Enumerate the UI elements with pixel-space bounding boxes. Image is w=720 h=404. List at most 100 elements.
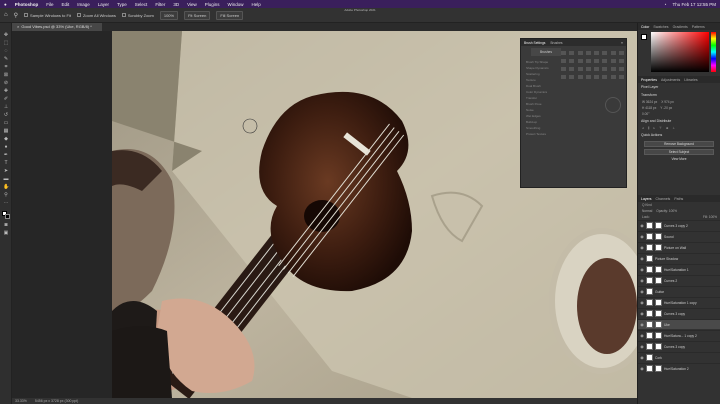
menu-window[interactable]: Window — [228, 2, 244, 7]
tab-channels[interactable]: Channels — [656, 197, 671, 201]
pen-tool-icon[interactable]: ✒ — [3, 153, 9, 158]
zoom-all-checkbox[interactable]: Zoom All Windows — [76, 13, 116, 18]
eye-icon[interactable]: ◉ — [640, 333, 644, 338]
brush-tip-grid[interactable] — [561, 51, 625, 81]
menu-3d[interactable]: 3D — [173, 2, 179, 7]
menu-file[interactable]: File — [46, 2, 53, 7]
eye-icon[interactable]: ◉ — [640, 245, 644, 250]
menu-filter[interactable]: Filter — [155, 2, 165, 7]
eye-icon[interactable]: ◉ — [640, 300, 644, 305]
layer-row[interactable]: ◉ Curves 2 — [638, 275, 720, 285]
brush-tool-icon[interactable]: ✐ — [3, 97, 9, 102]
scrubby-zoom-checkbox[interactable]: Scrubby Zoom — [121, 13, 154, 18]
app-menu[interactable]: Photoshop — [15, 2, 39, 7]
eraser-tool-icon[interactable]: ▭ — [3, 121, 9, 126]
menu-type[interactable]: Type — [117, 2, 127, 7]
menu-layer[interactable]: Layer — [98, 2, 109, 7]
brush-option[interactable]: Protect Texture — [523, 131, 559, 137]
tab-gradients[interactable]: Gradients — [673, 25, 688, 29]
eye-icon[interactable]: ◉ — [640, 355, 644, 360]
frame-tool-icon[interactable]: ⊠ — [3, 73, 9, 78]
layer-row[interactable]: ◉ Hue/Saturation 1 — [638, 264, 720, 274]
dodge-tool-icon[interactable]: ● — [3, 145, 9, 150]
layer-row[interactable]: ◉ Hue/Satura... 1 copy 2 — [638, 330, 720, 340]
eye-icon[interactable]: ◉ — [640, 322, 644, 327]
tab-paths[interactable]: Paths — [674, 197, 683, 201]
history-brush-tool-icon[interactable]: ↺ — [3, 113, 9, 118]
y-field[interactable]: Y -20 px — [660, 106, 672, 110]
eye-icon[interactable]: ◉ — [640, 366, 644, 371]
color-picker[interactable] — [641, 32, 717, 74]
tab-patterns[interactable]: Patterns — [692, 25, 705, 29]
shape-tool-icon[interactable]: ▬ — [3, 177, 9, 182]
x-field[interactable]: X 974 px — [661, 100, 674, 104]
remove-background-button[interactable]: Remove Background — [644, 141, 714, 147]
opacity-field[interactable]: Opacity: 100% — [656, 209, 677, 213]
panel-menu-icon[interactable]: ≡ — [621, 41, 623, 45]
hand-tool-icon[interactable]: ✋ — [3, 185, 9, 190]
healing-tool-icon[interactable]: ✚ — [3, 89, 9, 94]
zoom-100-button[interactable]: 100% — [159, 10, 179, 20]
blend-mode-select[interactable]: Normal — [642, 209, 652, 213]
align-middle-icon[interactable]: ⊕ — [666, 126, 669, 130]
blur-tool-icon[interactable]: ◆ — [3, 137, 9, 142]
tab-brushes[interactable]: Brushes — [550, 41, 562, 45]
view-more-button[interactable]: View More — [644, 157, 714, 163]
quick-select-tool-icon[interactable]: ✎ — [3, 57, 9, 62]
menu-edit[interactable]: Edit — [61, 2, 69, 7]
menu-select[interactable]: Select — [135, 2, 148, 7]
layer-row[interactable]: ◉ Guitar — [638, 286, 720, 296]
clone-stamp-tool-icon[interactable]: ⊥ — [3, 105, 9, 110]
layer-row[interactable]: ◉ Curves 3 copy — [638, 341, 720, 351]
brushes-button[interactable]: Brushes — [531, 48, 561, 56]
eye-icon[interactable]: ◉ — [640, 267, 644, 272]
align-bottom-icon[interactable]: ⊥ — [673, 126, 676, 130]
document-tab[interactable]: × Good Vibes.psd @ 33% (Uke, RGB/8) * — [12, 23, 102, 31]
layer-row[interactable]: ◉ Curves 3 copy 2 — [638, 220, 720, 230]
eye-icon[interactable]: ◉ — [640, 234, 644, 239]
type-tool-icon[interactable]: T — [3, 161, 9, 166]
layer-row[interactable]: ◉ Curves 3 copy — [638, 308, 720, 318]
layer-row[interactable]: ◉ Picture on Wall — [638, 242, 720, 252]
close-icon[interactable]: × — [17, 24, 19, 29]
color-field[interactable] — [651, 32, 709, 72]
fit-screen-button[interactable]: Fit Screen — [184, 10, 211, 20]
angle-field[interactable]: 0.00° — [642, 112, 649, 116]
eye-icon[interactable]: ◉ — [640, 311, 644, 316]
align-left-icon[interactable]: ⫷ — [642, 126, 644, 130]
resize-windows-checkbox[interactable]: Sample Windows to Fit — [24, 13, 71, 18]
lasso-tool-icon[interactable]: ◌ — [3, 49, 9, 54]
fg-color-chip[interactable] — [641, 34, 647, 40]
eye-icon[interactable]: ◉ — [640, 223, 644, 228]
eye-icon[interactable]: ◉ — [640, 289, 644, 294]
screen-mode-icon[interactable]: ▣ — [3, 231, 9, 236]
zoom-tool-icon[interactable]: ⚲ — [14, 12, 18, 19]
layer-row[interactable]: ◉ Picture Shadow — [638, 253, 720, 263]
quick-mask-icon[interactable]: ◙ — [3, 223, 9, 228]
tab-properties[interactable]: Properties — [641, 78, 657, 82]
layer-row[interactable]: ◉ Cork — [638, 352, 720, 362]
more-tools-icon[interactable]: ⋯ — [3, 201, 9, 206]
width-field[interactable]: W 3624 px — [642, 100, 657, 104]
layer-row[interactable]: ◉ Hue/Saturation 2 — [638, 363, 720, 373]
tab-libraries[interactable]: Libraries — [684, 78, 697, 82]
tab-layers[interactable]: Layers — [641, 197, 652, 201]
tab-color[interactable]: Color — [641, 25, 649, 29]
tab-adjustments[interactable]: Adjustments — [661, 78, 680, 82]
layer-row-selected[interactable]: ◉ Uke — [638, 319, 720, 329]
eyedropper-tool-icon[interactable]: ⊘ — [3, 81, 9, 86]
layer-row[interactable]: ◉ Hue/Saturation 1 copy — [638, 297, 720, 307]
menu-view[interactable]: View — [187, 2, 197, 7]
eye-icon[interactable]: ◉ — [640, 344, 644, 349]
layer-row[interactable]: ◉ Sound — [638, 231, 720, 241]
tab-brush-settings[interactable]: Brush Settings — [524, 41, 545, 45]
menu-image[interactable]: Image — [77, 2, 90, 7]
select-subject-button[interactable]: Select Subject — [644, 149, 714, 155]
fill-field[interactable]: Fill: 100% — [703, 215, 717, 219]
hue-slider[interactable] — [711, 32, 716, 72]
menu-plugins[interactable]: Plugins — [205, 2, 220, 7]
home-icon[interactable]: ⌂ — [4, 12, 8, 18]
fill-screen-button[interactable]: Fill Screen — [216, 10, 244, 20]
align-right-icon[interactable]: ⫸ — [653, 126, 655, 130]
gradient-tool-icon[interactable]: ▦ — [3, 129, 9, 134]
